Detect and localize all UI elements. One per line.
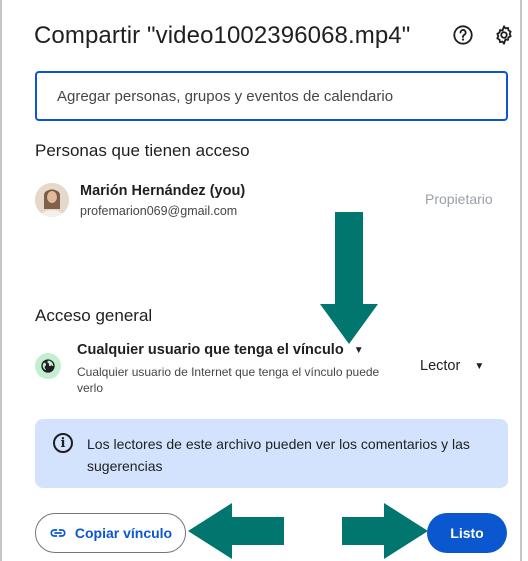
dialog-title: Compartir "video1002396068.mp4"	[34, 22, 411, 49]
role-label: Lector	[420, 358, 461, 374]
info-banner: i Los lectores de este archivo pueden ve…	[35, 419, 508, 488]
add-people-input[interactable]	[57, 87, 506, 105]
annotation-arrow-right	[342, 503, 428, 559]
info-text: Los lectores de este archivo pueden ver …	[87, 436, 470, 474]
annotation-arrow-left	[188, 503, 284, 559]
caret-down-icon: ▼	[353, 344, 364, 356]
caret-down-icon: ▼	[474, 360, 485, 372]
add-people-field[interactable]	[35, 71, 508, 121]
general-access-heading: Acceso general	[35, 306, 153, 325]
avatar	[35, 183, 69, 217]
owner-role-label: Propietario	[425, 191, 493, 207]
general-access-option: Cualquier usuario que tenga el vínculo	[77, 342, 344, 358]
general-access-description: Cualquier usuario de Internet que tenga …	[77, 365, 380, 395]
copy-link-label: Copiar vínculo	[74, 525, 173, 541]
user-name: Marión Hernández (you)	[80, 183, 246, 199]
globe-icon	[35, 353, 61, 379]
annotation-arrow-down	[320, 212, 378, 344]
share-dialog: Compartir "video1002396068.mp4" Personas…	[0, 0, 522, 561]
copy-link-button[interactable]: Copiar vínculo	[35, 513, 186, 553]
general-access-dropdown[interactable]: Cualquier usuario que tenga el vínculo ▼	[77, 342, 364, 358]
gear-icon[interactable]	[491, 22, 517, 48]
done-button[interactable]: Listo	[427, 513, 507, 553]
people-with-access-heading: Personas que tienen acceso	[35, 141, 250, 160]
role-dropdown[interactable]: Lector ▼	[420, 358, 484, 374]
link-icon	[50, 529, 66, 537]
done-label: Listo	[450, 525, 484, 541]
info-icon: i	[53, 433, 73, 453]
user-email: profemarion069@gmail.com	[80, 204, 238, 218]
help-icon[interactable]	[450, 22, 476, 48]
